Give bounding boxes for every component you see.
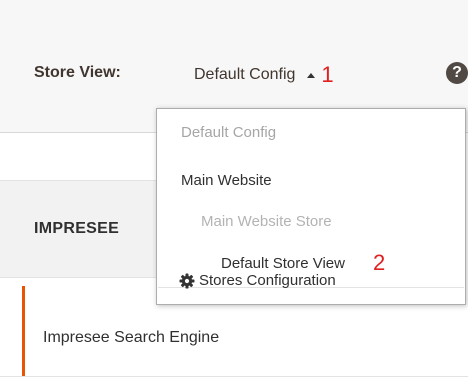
store-view-switcher[interactable]: Default Config 1 [194, 60, 334, 90]
nav-item-label: Impresee Search Engine [43, 329, 220, 346]
store-view-current[interactable]: Default Config [194, 66, 295, 84]
dropdown-item-default-config: Default Config [181, 124, 277, 141]
store-view-label: Store View: [34, 64, 121, 81]
annotation-marker-1: 1 [321, 62, 334, 87]
dropdown-item-default-store-view-row: Default Store View 2 [221, 252, 385, 274]
section-divider [0, 376, 468, 377]
section-header-impresee[interactable]: IMPRESEE [0, 180, 160, 278]
stores-configuration-label[interactable]: Stores Configuration [199, 272, 336, 289]
dropdown-item-main-website-store: Main Website Store [201, 213, 332, 230]
stores-configuration-link[interactable]: Stores Configuration [179, 272, 336, 289]
help-icon[interactable]: ? [446, 62, 468, 84]
dropdown-item-main-website[interactable]: Main Website [181, 172, 272, 189]
section-title: IMPRESEE [34, 220, 120, 237]
store-view-dropdown: Default Config Main Website Main Website… [156, 108, 466, 305]
caret-up-icon[interactable] [307, 73, 316, 78]
help-icon-glyph: ? [452, 64, 462, 81]
dropdown-item-default-store-view[interactable]: Default Store View [221, 255, 345, 272]
gear-icon[interactable] [179, 273, 195, 289]
annotation-marker-2: 2 [372, 250, 386, 275]
